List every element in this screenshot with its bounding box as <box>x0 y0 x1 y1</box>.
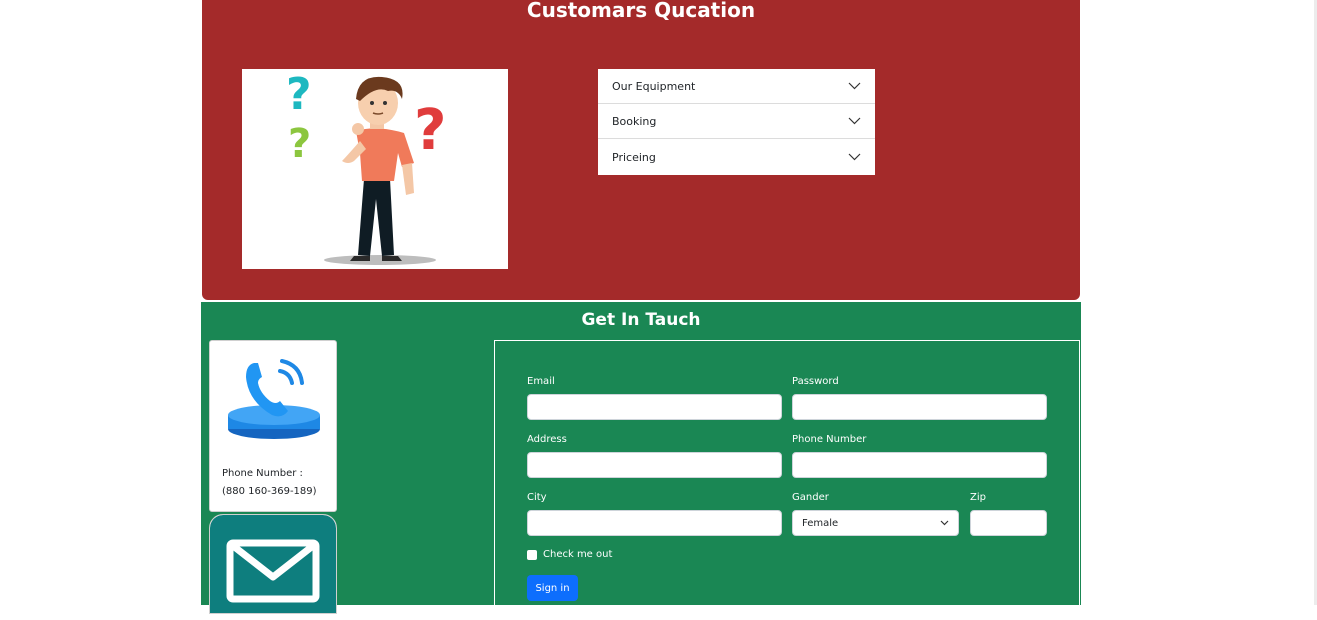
phone-icon <box>224 357 324 441</box>
contact-title: Get In Tauch <box>581 310 701 330</box>
gender-selected-value: Female <box>802 517 839 529</box>
faq-section: Customars Qucation ? ? ? Our Equipment B… <box>202 0 1080 300</box>
sign-in-button[interactable]: Sign in <box>527 575 578 601</box>
contact-form: Email Password Address Phone Number City… <box>494 340 1080 620</box>
accordion-item-label: Our Equipment <box>612 79 696 93</box>
password-field[interactable] <box>792 394 1047 420</box>
accordion-item-booking[interactable]: Booking <box>598 104 875 139</box>
accordion-item-our-equipment[interactable]: Our Equipment <box>598 69 875 104</box>
phone-number-value: (880 160-369-189) <box>222 486 317 497</box>
zip-field[interactable] <box>970 510 1047 536</box>
address-field[interactable] <box>527 452 782 478</box>
email-label: Email <box>527 376 555 387</box>
check-me-out-checkbox[interactable] <box>527 549 537 560</box>
city-field[interactable] <box>527 510 782 536</box>
accordion-item-label: Priceing <box>612 150 656 164</box>
city-label: City <box>527 492 547 503</box>
confused-person-illustration: ? ? ? <box>242 69 508 269</box>
gender-label: Gander <box>792 492 829 503</box>
check-me-out-row: Check me out <box>527 549 612 560</box>
check-me-out-label: Check me out <box>543 549 613 560</box>
email-field[interactable] <box>527 394 782 420</box>
phone-number-field[interactable] <box>792 452 1047 478</box>
envelope-icon <box>210 515 336 613</box>
faq-title: Customars Qucation <box>526 0 756 22</box>
phone-number-field-label: Phone Number <box>792 434 867 445</box>
zip-label: Zip <box>970 492 986 503</box>
chevron-down-icon <box>848 117 861 125</box>
contact-section: Get In Tauch Phone Number : (880 160-369… <box>201 302 1081 620</box>
accordion-item-priceing[interactable]: Priceing <box>598 139 875 175</box>
accordion-item-label: Booking <box>612 114 657 128</box>
phone-card: Phone Number : (880 160-369-189) <box>209 340 337 512</box>
password-label: Password <box>792 376 839 387</box>
svg-text:?: ? <box>288 121 311 167</box>
gender-select[interactable]: Female <box>792 510 959 536</box>
address-label: Address <box>527 434 567 445</box>
chevron-down-icon <box>848 82 861 90</box>
phone-number-text: Phone Number : (880 160-369-189) <box>222 465 317 501</box>
chevron-down-icon <box>940 520 949 526</box>
svg-text:?: ? <box>414 98 446 163</box>
svg-text:?: ? <box>286 69 312 120</box>
faq-accordion: Our Equipment Booking Priceing <box>598 69 875 175</box>
phone-number-label: Phone Number : <box>222 468 303 479</box>
chevron-down-icon <box>848 153 861 161</box>
mail-card <box>209 514 337 614</box>
